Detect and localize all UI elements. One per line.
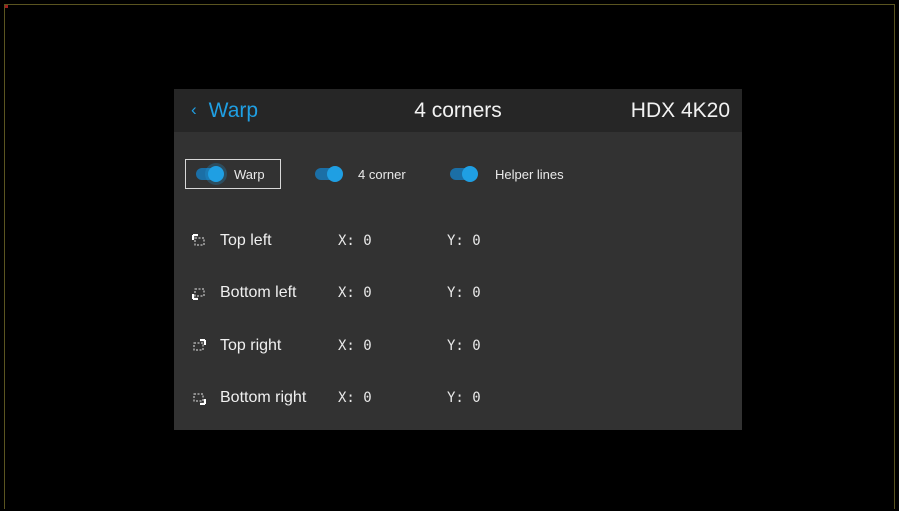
warp-toggle-label: Warp [234,166,265,182]
four-corner-toggle[interactable]: 4 corner [315,159,406,189]
warp-panel: ‹ Warp 4 corners HDX 4K20 Warp 4 corner … [174,89,742,430]
helper-lines-toggle[interactable]: Helper lines [450,159,564,189]
y-coordinate: Y: 0 [447,285,481,301]
y-value: 0 [472,390,481,406]
corner-name: Top left [220,232,272,249]
corner-name: Bottom right [220,389,307,406]
bottom-right-corner-icon [193,393,206,405]
switch-knob [462,166,478,182]
corner-row-bottom-left[interactable]: Bottom left X: 0 Y: 0 [192,281,732,305]
x-value: 0 [363,390,372,406]
four-corner-switch[interactable] [315,166,343,182]
x-coordinate: X: 0 [338,390,447,406]
corner-row-top-right[interactable]: Top right X: 0 Y: 0 [192,334,732,358]
y-label: Y: [447,338,464,354]
x-coordinate: X: 0 [338,338,447,354]
corner-row-top-left[interactable]: Top left X: 0 Y: 0 [192,229,732,253]
helper-lines-switch[interactable] [450,166,478,182]
y-label: Y: [447,390,464,406]
y-value: 0 [472,285,481,301]
helper-lines-toggle-label: Helper lines [495,166,564,182]
x-label: X: [338,338,355,354]
top-left-corner-icon [192,234,205,246]
y-label: Y: [447,285,464,301]
x-label: X: [338,285,355,301]
x-coordinate: X: 0 [338,285,447,301]
y-label: Y: [447,233,464,249]
y-value: 0 [472,338,481,354]
device-name: HDX 4K20 [630,99,730,122]
panel-header: ‹ Warp 4 corners HDX 4K20 [174,89,742,132]
x-value: 0 [363,233,372,249]
y-value: 0 [472,233,481,249]
x-value: 0 [363,285,372,301]
top-right-corner-icon [193,339,206,351]
bottom-left-corner-icon [192,288,205,300]
warp-toggle[interactable]: Warp [185,159,281,189]
x-value: 0 [363,338,372,354]
corner-name: Top right [220,337,282,354]
corner-row-bottom-right[interactable]: Bottom right X: 0 Y: 0 [192,386,732,410]
switch-knob [327,166,343,182]
y-coordinate: Y: 0 [447,390,481,406]
corner-marker [5,5,8,8]
y-coordinate: Y: 0 [447,233,481,249]
x-label: X: [338,233,355,249]
y-coordinate: Y: 0 [447,338,481,354]
four-corner-toggle-label: 4 corner [358,166,406,182]
switch-knob [208,166,224,182]
toggle-row: Warp 4 corner Helper lines [185,159,725,189]
warp-switch[interactable] [196,166,224,182]
corner-name: Bottom left [220,284,297,301]
x-label: X: [338,390,355,406]
x-coordinate: X: 0 [338,233,447,249]
